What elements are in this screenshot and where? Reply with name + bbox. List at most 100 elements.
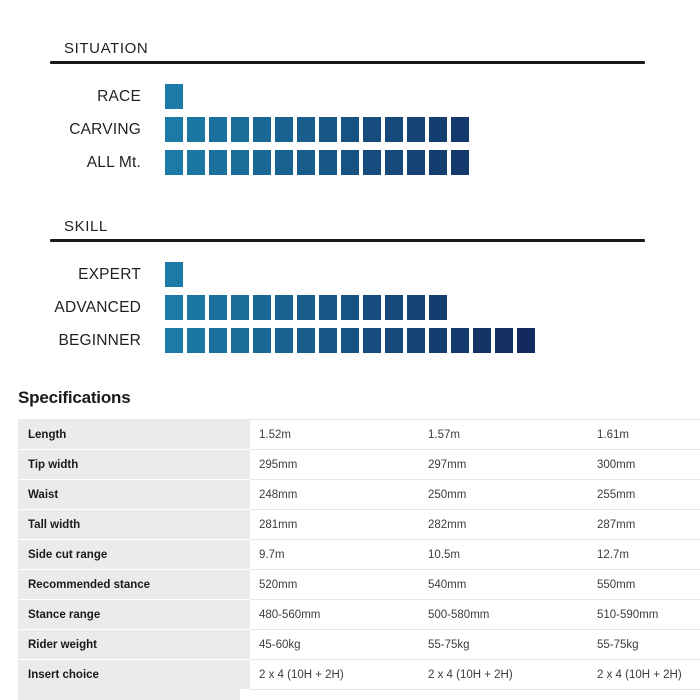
rating-bar — [165, 262, 183, 287]
rating-bar — [385, 150, 403, 175]
rating-bar — [187, 295, 205, 320]
spec-value-cell: 550mm — [588, 569, 700, 600]
skill-section-title: SKILL — [64, 218, 108, 235]
specifications-table: Length 1.52m 1.57m 1.61m Tip width 295mm 297mm… — [18, 419, 700, 690]
rating-bar — [275, 117, 293, 142]
rating-bar — [275, 295, 293, 320]
rating-bar — [451, 150, 469, 175]
spec-value-cell: 1.57m — [419, 419, 588, 450]
rating-bar — [495, 328, 513, 353]
rating-row-label: RACE — [97, 87, 141, 105]
table-row: Tall width 281mm 282mm 287mm — [18, 509, 700, 540]
rating-row-label: EXPERT — [78, 265, 141, 283]
spec-value-cell: 45-60kg — [250, 629, 419, 660]
rating-bar — [429, 328, 447, 353]
rating-bar-group — [165, 117, 469, 142]
table-row: Side cut range 9.7m 10.5m 12.7m — [18, 539, 700, 570]
rating-row: EXPERT — [0, 258, 700, 291]
situation-rating-section: SITUATION RACE CARVING ALL Mt. — [0, 40, 700, 179]
rating-row: ALL Mt. — [0, 146, 700, 179]
spec-label-cell: Rider weight — [18, 629, 250, 660]
rating-bar — [451, 117, 469, 142]
spec-value-cell: 300mm — [588, 449, 700, 480]
table-row: Rider weight 45-60kg 55-75kg 55-75kg — [18, 629, 700, 660]
spec-label-cell: Recommended stance — [18, 569, 250, 600]
situation-section-header: SITUATION — [50, 40, 645, 64]
rating-row: ADVANCED — [0, 291, 700, 324]
table-row: Recommended stance 520mm 540mm 550mm — [18, 569, 700, 600]
rating-bar — [451, 328, 469, 353]
skill-section-header: SKILL — [50, 218, 645, 242]
spec-value-cell: 9.7m — [250, 539, 419, 570]
spec-value-cell: 2 x 4 (10H + 2H) — [250, 659, 419, 690]
rating-bar — [319, 150, 337, 175]
rating-bar-group — [165, 262, 183, 287]
rating-bar — [231, 117, 249, 142]
rating-bar-group — [165, 150, 469, 175]
rating-bar — [319, 295, 337, 320]
spec-value-cell: 282mm — [419, 509, 588, 540]
spec-label-cell: Tall width — [18, 509, 250, 540]
skill-rating-rows: EXPERT ADVANCED BEGINNER — [0, 258, 700, 357]
spec-label-cell: Stance range — [18, 599, 250, 630]
rating-bar — [165, 328, 183, 353]
spec-value-cell: 10.5m — [419, 539, 588, 570]
table-row: Waist 248mm 250mm 255mm — [18, 479, 700, 510]
rating-bar — [165, 84, 183, 109]
rating-bar — [209, 295, 227, 320]
rating-bar-group — [165, 328, 535, 353]
rating-bar — [297, 295, 315, 320]
spec-label-cell: Insert choice — [18, 659, 250, 690]
rating-bar — [187, 150, 205, 175]
rating-bar — [253, 150, 271, 175]
rating-row-label: CARVING — [69, 120, 141, 138]
rating-bar — [209, 328, 227, 353]
spec-value-cell: 520mm — [250, 569, 419, 600]
table-row: Length 1.52m 1.57m 1.61m — [18, 419, 700, 450]
skill-rating-section: SKILL EXPERT ADVANCED BEGINNER — [0, 218, 700, 357]
rating-bar — [407, 295, 425, 320]
spec-value-cell: 281mm — [250, 509, 419, 540]
situation-rating-rows: RACE CARVING ALL Mt. — [0, 80, 700, 179]
rating-bar — [275, 328, 293, 353]
situation-section-divider — [50, 61, 645, 64]
rating-row: BEGINNER — [0, 324, 700, 357]
rating-bar — [363, 117, 381, 142]
rating-bar — [363, 328, 381, 353]
rating-bar — [187, 117, 205, 142]
spec-value-cell: 480-560mm — [250, 599, 419, 630]
rating-bar — [253, 295, 271, 320]
rating-bar — [209, 150, 227, 175]
rating-bar — [297, 328, 315, 353]
spec-label-cell: Length — [18, 419, 250, 450]
spec-value-cell: 2 x 4 (10H + 2H) — [588, 659, 700, 690]
rating-bar — [429, 117, 447, 142]
rating-bar — [319, 117, 337, 142]
rating-bar — [341, 117, 359, 142]
spec-value-cell: 55-75kg — [588, 629, 700, 660]
situation-section-title: SITUATION — [64, 40, 149, 57]
rating-bar — [209, 117, 227, 142]
rating-row: RACE — [0, 80, 700, 113]
rating-bar — [517, 328, 535, 353]
rating-bar — [407, 328, 425, 353]
spec-value-cell: 1.52m — [250, 419, 419, 450]
rating-bar — [385, 328, 403, 353]
rating-bar — [429, 295, 447, 320]
rating-bar — [165, 295, 183, 320]
spec-value-cell: 250mm — [419, 479, 588, 510]
spec-value-cell: 540mm — [419, 569, 588, 600]
rating-bar — [275, 150, 293, 175]
rating-bar — [341, 328, 359, 353]
spec-label-cell: Waist — [18, 479, 250, 510]
rating-bar — [319, 328, 337, 353]
table-row: Insert choice 2 x 4 (10H + 2H) 2 x 4 (10H … — [18, 659, 700, 690]
rating-bar — [385, 295, 403, 320]
spec-value-cell: 248mm — [250, 479, 419, 510]
rating-bar — [473, 328, 491, 353]
table-row: Stance range 480-560mm 500-580mm 510-590mm — [18, 599, 700, 630]
spec-value-cell: 297mm — [419, 449, 588, 480]
rating-bar — [429, 150, 447, 175]
rating-bar — [231, 328, 249, 353]
specifications-heading: Specifications — [18, 388, 131, 407]
